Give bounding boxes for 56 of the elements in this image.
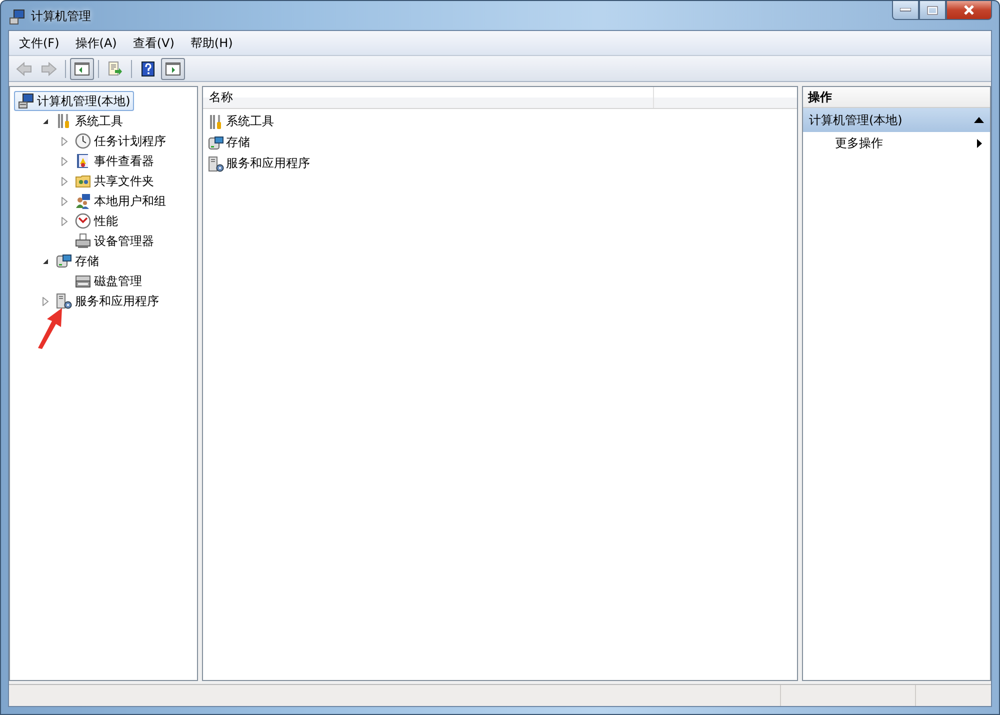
drive-icon [56,253,72,269]
maximize-button[interactable] [919,1,946,20]
menu-item[interactable]: 操作(A) [69,32,123,54]
tree-item[interactable]: 服务和应用程序 [52,291,163,311]
drive-icon [208,134,224,150]
expand-arrow-icon[interactable] [61,156,68,166]
expand-arrow-icon[interactable] [61,216,68,226]
pane-header: 操作 [803,87,990,108]
maximize-icon [927,6,938,14]
server-gear-icon [208,156,224,172]
list-item[interactable]: 系统工具 [208,113,274,130]
computer-icon [18,93,34,109]
expand-arrow-icon[interactable] [42,296,49,306]
collapse-arrow-icon[interactable] [42,258,49,264]
gauge-icon [75,213,91,229]
tree-item[interactable]: 设备管理器 [71,231,158,251]
submenu-arrow-icon [977,138,982,148]
users-icon [75,193,91,209]
minimize-button[interactable] [892,1,919,20]
tree-item[interactable]: 系统工具 [52,111,127,131]
computer-icon [9,8,25,24]
action-item[interactable]: 更多操作 [803,132,990,154]
log-book-icon [75,153,91,169]
show-actions-button[interactable] [161,58,185,80]
close-button[interactable] [946,1,992,20]
server-gear-icon [56,293,72,309]
collapse-icon[interactable] [974,117,984,123]
menu-item[interactable]: 查看(V) [126,32,180,54]
show-tree-button[interactable] [70,58,94,80]
tree-item[interactable]: 存储 [52,251,103,271]
close-icon [963,5,975,15]
disk-drive-icon [75,273,91,289]
menu-item[interactable]: 文件(F) [13,32,66,54]
list-item[interactable]: 服务和应用程序 [208,155,310,172]
tools-icon [56,113,72,129]
tree-item[interactable]: 计算机管理(本地) [14,91,134,111]
tools-icon [208,114,224,130]
tree-item[interactable]: 共享文件夹 [71,171,158,191]
tree-item[interactable]: 本地用户和组 [71,191,170,211]
tree-item[interactable]: 性能 [71,211,122,231]
tree-item[interactable]: 事件查看器 [71,151,158,171]
expand-arrow-icon[interactable] [61,136,68,146]
list-item[interactable]: 存储 [208,134,250,151]
folder-people-icon [75,173,91,189]
device-icon [75,233,91,249]
expand-arrow-icon[interactable] [61,176,68,186]
annotation-arrow [35,307,65,349]
expand-arrow-icon[interactable] [61,196,68,206]
tree-item[interactable]: 磁盘管理 [71,271,146,291]
menu-item[interactable]: 帮助(H) [184,32,239,54]
tree-item[interactable]: 任务计划程序 [71,131,170,151]
window-title: 计算机管理 [31,8,91,25]
collapse-arrow-icon[interactable] [42,118,49,124]
minimize-icon [900,8,911,12]
clock-icon [75,133,91,149]
action-section-header[interactable]: 计算机管理(本地) [803,108,990,132]
